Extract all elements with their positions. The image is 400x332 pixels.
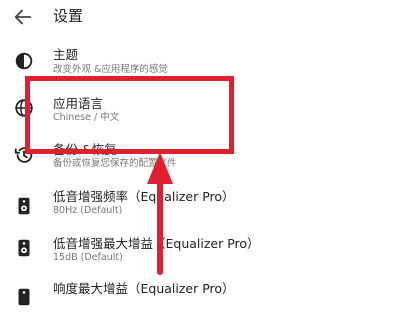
- contrast-icon: [15, 52, 33, 70]
- globe-icon: [15, 99, 33, 117]
- settings-item-subtitle: Chinese / 中文: [53, 112, 120, 123]
- app-bar: 设置: [0, 0, 400, 34]
- settings-item-title: 备份 &恢复: [53, 142, 117, 157]
- speaker-icon: [18, 288, 30, 306]
- settings-item-subtitle: 80Hz (Default): [53, 205, 123, 216]
- speaker-icon: [18, 197, 30, 215]
- settings-item-title: 低音增强频率（Equalizer Pro）: [53, 189, 235, 204]
- settings-item-subtitle: 备份或恢复您保存的配置文件: [53, 158, 177, 169]
- settings-item-title: 应用语言: [53, 96, 104, 111]
- page-title: 设置: [53, 7, 84, 25]
- settings-item-theme[interactable]: 主题 改变外观 &应用程序的感觉: [0, 42, 400, 94]
- history-icon: [14, 147, 33, 163]
- arrow-left-icon[interactable]: [12, 6, 34, 28]
- settings-item-bass-boost-max-gain[interactable]: 低音增强最大增益（Equalizer Pro） 15dB (Default): [0, 234, 400, 286]
- speaker-icon: [18, 239, 30, 257]
- settings-item-app-language[interactable]: 应用语言 Chinese / 中文: [0, 92, 400, 144]
- settings-item-title: 响度最大增益（Equalizer Pro）: [53, 281, 235, 296]
- settings-item-loudness-max-gain[interactable]: 响度最大增益（Equalizer Pro）: [0, 280, 400, 332]
- settings-item-bass-boost-frequency[interactable]: 低音增强频率（Equalizer Pro） 80Hz (Default): [0, 186, 400, 238]
- settings-item-subtitle: 改变外观 &应用程序的感觉: [53, 64, 168, 75]
- settings-item-title: 低音增强最大增益（Equalizer Pro）: [53, 236, 260, 251]
- settings-item-backup-restore[interactable]: 备份 &恢复 备份或恢复您保存的配置文件: [0, 140, 400, 192]
- settings-item-title: 主题: [53, 47, 79, 62]
- settings-item-subtitle: 15dB (Default): [53, 252, 123, 263]
